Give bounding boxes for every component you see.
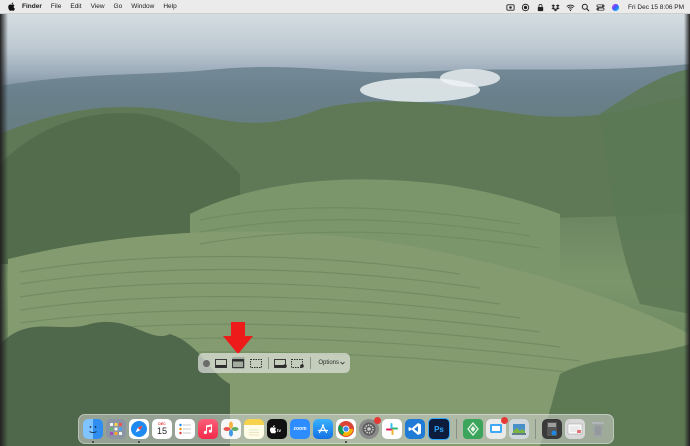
music-icon[interactable] (198, 419, 218, 439)
documents-stack-icon[interactable] (565, 419, 585, 439)
safari-icon[interactable] (129, 419, 149, 443)
menu-bar: Finder File Edit View Go Window Help Fri… (0, 0, 690, 14)
app-menu-finder[interactable]: Finder (22, 3, 42, 10)
running-indicator (92, 441, 94, 443)
dropbox-icon[interactable] (551, 3, 560, 12)
screenshot-toolbar: Options (198, 353, 350, 373)
toolbar-divider (310, 357, 312, 369)
vscode-icon[interactable] (405, 419, 425, 439)
entire-screen-icon (215, 358, 228, 368)
zoom-label: zoom (293, 426, 307, 432)
red-arrow-annotation (223, 322, 253, 354)
screenshot-overlay (0, 14, 690, 446)
tv-icon[interactable]: tv (267, 419, 287, 439)
dock: DEC 15 tv zoom Ps (78, 414, 614, 444)
left-edge-shadow (0, 14, 8, 446)
calendar-icon[interactable]: DEC 15 (152, 419, 172, 439)
svg-text:tv: tv (277, 428, 281, 433)
options-label: Options (318, 360, 339, 366)
dock-divider (456, 419, 457, 439)
slack-icon[interactable] (382, 419, 402, 439)
running-indicator (345, 441, 347, 443)
app-store-icon[interactable] (313, 419, 333, 439)
close-toolbar-button[interactable] (203, 359, 210, 367)
search-icon[interactable] (581, 3, 590, 12)
toolbar-divider (268, 357, 270, 369)
launchpad-icon[interactable] (106, 419, 126, 439)
selected-window-icon (232, 358, 245, 368)
menu-file[interactable]: File (51, 3, 61, 10)
right-edge-shadow (684, 14, 690, 446)
notification-badge (374, 417, 381, 424)
running-indicator (138, 441, 140, 443)
chrome-icon[interactable] (336, 419, 356, 443)
record-screen-icon (274, 358, 287, 368)
menu-go[interactable]: Go (114, 3, 123, 10)
downloads-stack-icon[interactable] (542, 419, 562, 439)
siri-icon[interactable] (611, 3, 620, 12)
menu-clock[interactable]: Fri Dec 15 8:06 PM (628, 4, 684, 11)
photoshop-label: Ps (434, 424, 444, 434)
capture-entire-screen-button[interactable] (215, 357, 228, 369)
menu-view[interactable]: View (91, 3, 105, 10)
calendar-day: 15 (156, 426, 167, 436)
menu-help[interactable]: Help (163, 3, 176, 10)
messages-icon[interactable] (486, 417, 508, 439)
options-menu-button[interactable]: Options (318, 360, 345, 366)
android-icon[interactable] (463, 419, 483, 439)
status-area: Fri Dec 15 8:06 PM (506, 0, 684, 14)
settings-icon[interactable] (359, 417, 381, 439)
notes-icon[interactable] (244, 419, 264, 439)
chevron-down-icon (340, 361, 345, 365)
notification-badge (501, 417, 508, 424)
apple-menu-icon[interactable] (8, 2, 15, 11)
control-center-icon[interactable] (596, 3, 605, 12)
preview-icon[interactable] (509, 419, 529, 439)
record-entire-screen-button[interactable] (274, 357, 287, 369)
screen-record-icon[interactable] (506, 3, 515, 12)
selected-portion-icon (249, 358, 262, 368)
menu-edit[interactable]: Edit (70, 3, 81, 10)
photoshop-icon[interactable]: Ps (428, 418, 450, 440)
reminders-icon[interactable] (175, 419, 195, 439)
photos-icon[interactable] (221, 419, 241, 439)
record-portion-icon (291, 358, 305, 368)
desktop[interactable] (0, 14, 690, 446)
wifi-icon[interactable] (566, 3, 575, 12)
record-selected-portion-button[interactable] (291, 357, 305, 369)
dock-divider (535, 419, 536, 439)
finder-icon[interactable] (83, 419, 103, 443)
record-icon[interactable] (521, 3, 530, 12)
lock-icon[interactable] (536, 3, 545, 12)
capture-selected-portion-button[interactable] (249, 357, 262, 369)
trash-icon[interactable] (588, 419, 608, 439)
capture-selected-window-button[interactable] (231, 357, 245, 369)
menu-window[interactable]: Window (131, 3, 154, 10)
zoom-icon[interactable]: zoom (290, 419, 310, 439)
